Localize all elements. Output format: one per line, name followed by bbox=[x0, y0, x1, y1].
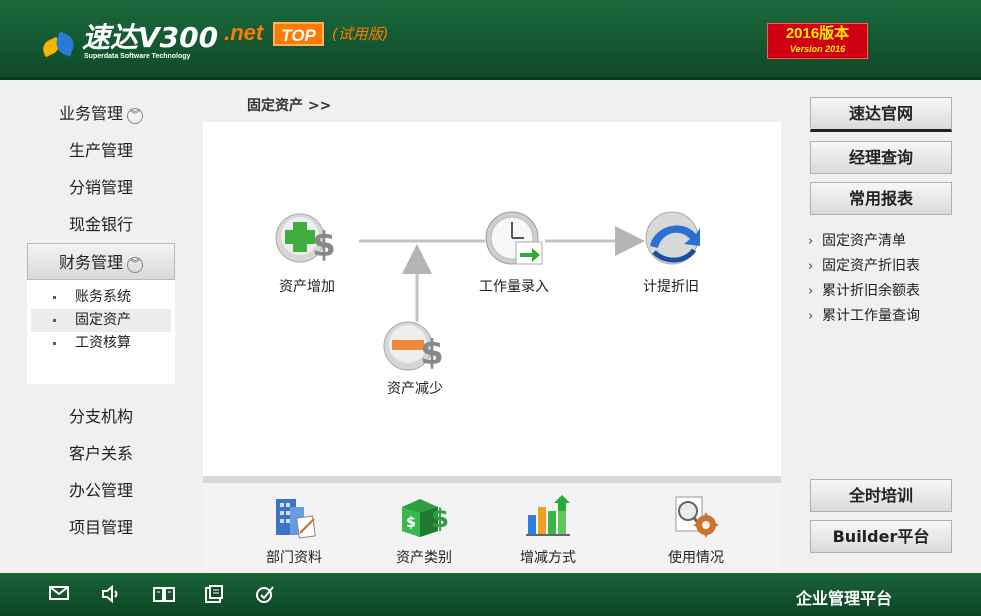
footer-title: 企业管理平台 bbox=[796, 589, 893, 608]
node-label: 资产减少 bbox=[387, 381, 443, 397]
training-button[interactable]: 全时培训 bbox=[810, 479, 952, 512]
version-subtitle: Version 2016 bbox=[789, 44, 846, 54]
nav-item-crm[interactable]: 客户关系 bbox=[27, 435, 175, 472]
tool-label: 使用情况 bbox=[668, 550, 724, 566]
nav-item-label: 分销管理 bbox=[68, 178, 133, 197]
report-label: 累计折旧余额表 bbox=[822, 283, 920, 299]
gear-search-icon bbox=[675, 496, 719, 538]
app-footer: 企业管理平台 bbox=[0, 573, 981, 616]
clock-icon bbox=[485, 211, 543, 265]
svg-text:$: $ bbox=[420, 333, 444, 373]
shortcut-toolbar: 部门资料 $ $ 资产类别 增减方式 使用情况 bbox=[203, 483, 781, 573]
common-reports-button[interactable]: 常用报表 bbox=[810, 182, 952, 215]
nav-item-label: 项目管理 bbox=[68, 518, 133, 537]
chevron-right-icon: › bbox=[808, 284, 814, 299]
nav-item-finance[interactable]: 财务管理 ︾ bbox=[27, 243, 175, 280]
chevron-down-icon[interactable]: ︾ bbox=[127, 257, 143, 273]
submenu-item-fixed-assets[interactable]: 固定资产 bbox=[31, 309, 171, 332]
nav-item-production[interactable]: 生产管理 bbox=[27, 132, 175, 169]
refresh-arrow-icon bbox=[645, 211, 700, 265]
chevron-right-icon: › bbox=[808, 309, 814, 324]
superdata-logo-icon bbox=[39, 30, 78, 60]
tool-usage-status[interactable]: 使用情况 bbox=[646, 493, 746, 567]
nav-item-projects[interactable]: 项目管理 bbox=[27, 509, 175, 546]
nav-item-branches[interactable]: 分支机构 bbox=[27, 398, 175, 435]
nav-item-office[interactable]: 办公管理 bbox=[27, 472, 175, 509]
submenu-item-accounting[interactable]: 账务系统 bbox=[31, 286, 171, 309]
report-list: › 固定资产清单 › 固定资产折旧表 › 累计折旧余额表 › 累计工作量查询 bbox=[808, 229, 920, 329]
chevron-down-icon[interactable]: ︾ bbox=[127, 108, 143, 124]
flow-connectors bbox=[359, 226, 645, 322]
tool-asset-category[interactable]: $ $ 资产类别 bbox=[374, 493, 474, 567]
app-header: 速达V300 Superdata Software Technology .ne… bbox=[0, 0, 981, 80]
trial-label: (试用版) bbox=[331, 25, 389, 43]
node-workload-entry[interactable]: 工作量录入 bbox=[469, 208, 559, 296]
tool-change-method[interactable]: 增减方式 bbox=[498, 493, 598, 567]
logo-subtitle: Superdata Software Technology bbox=[84, 53, 191, 60]
tool-department-data[interactable]: 部门资料 bbox=[244, 493, 344, 567]
bar-chart-icon bbox=[526, 495, 570, 536]
svg-text:$: $ bbox=[312, 225, 336, 265]
report-link-depreciation-table[interactable]: › 固定资产折旧表 bbox=[808, 254, 920, 279]
nav-item-label: 客户关系 bbox=[68, 444, 133, 463]
chevron-right-icon: › bbox=[808, 259, 814, 274]
clipboard-icon[interactable] bbox=[203, 585, 225, 605]
logo-top-badge: TOP bbox=[273, 22, 324, 46]
speaker-icon[interactable] bbox=[100, 584, 122, 605]
submenu-label: 账务系统 bbox=[75, 289, 131, 305]
builder-platform-button[interactable]: Builder平台 bbox=[810, 520, 952, 553]
asset-reduce-icon: $ bbox=[383, 321, 444, 373]
nav-item-label: 办公管理 bbox=[68, 481, 133, 500]
mail-icon[interactable] bbox=[48, 585, 70, 605]
submenu-label: 工资核算 bbox=[75, 335, 131, 351]
report-label: 固定资产清单 bbox=[822, 233, 906, 249]
svg-text:$: $ bbox=[406, 515, 416, 531]
tool-label: 增减方式 bbox=[520, 550, 576, 566]
nav-item-label: 生产管理 bbox=[68, 141, 133, 160]
manager-query-button[interactable]: 经理查询 bbox=[810, 141, 952, 174]
panel-divider bbox=[203, 476, 781, 483]
svg-text:$: $ bbox=[431, 504, 449, 534]
node-label: 计提折旧 bbox=[643, 279, 699, 295]
nav-item-label: 现金银行 bbox=[68, 215, 133, 234]
node-label: 资产增加 bbox=[279, 279, 335, 295]
report-label: 累计工作量查询 bbox=[822, 308, 920, 324]
report-link-fixed-asset-list[interactable]: › 固定资产清单 bbox=[808, 229, 920, 254]
node-label: 工作量录入 bbox=[479, 279, 549, 295]
submenu-item-payroll[interactable]: 工资核算 bbox=[31, 332, 171, 355]
report-link-workload-query[interactable]: › 累计工作量查询 bbox=[808, 304, 920, 329]
flow-diagram: $ 资产增加 工作量录入 计提折旧 $ 资产减少 bbox=[203, 122, 781, 476]
chevron-right-icon: › bbox=[808, 234, 814, 249]
nav-item-distribution[interactable]: 分销管理 bbox=[27, 169, 175, 206]
book-icon[interactable] bbox=[152, 585, 175, 605]
nav-item-label: 业务管理 bbox=[58, 104, 123, 123]
breadcrumb: 固定资产 >> bbox=[247, 98, 332, 114]
asset-add-icon: $ bbox=[275, 213, 336, 265]
superdata-logo: 速达V300 Superdata Software Technology .ne… bbox=[39, 20, 389, 60]
submenu-label: 固定资产 bbox=[75, 312, 131, 328]
tool-label: 资产类别 bbox=[396, 550, 452, 566]
tool-label: 部门资料 bbox=[266, 550, 322, 566]
node-asset-reduce[interactable]: $ 资产减少 bbox=[371, 318, 459, 398]
version-title: 2016版本 bbox=[785, 25, 850, 42]
nav-item-business[interactable]: 业务管理 ︾ bbox=[27, 95, 175, 132]
version-badge: 2016版本 Version 2016 bbox=[767, 23, 868, 59]
nav-item-cash-bank[interactable]: 现金银行 bbox=[27, 206, 175, 243]
report-label: 固定资产折旧表 bbox=[822, 258, 920, 274]
node-asset-add[interactable]: $ 资产增加 bbox=[263, 208, 351, 296]
nav-item-label: 分支机构 bbox=[68, 407, 133, 426]
left-nav: 业务管理 ︾ 生产管理 分销管理 现金银行 财务管理 ︾ 账务系统 固定资产 工资核… bbox=[27, 95, 175, 546]
check-circle-icon[interactable] bbox=[254, 585, 276, 605]
money-box-icon: $ $ bbox=[402, 499, 449, 537]
node-depreciation[interactable]: 计提折旧 bbox=[633, 208, 709, 296]
building-icon bbox=[276, 499, 316, 539]
nav-item-label: 财务管理 bbox=[58, 253, 123, 272]
logo-name: 速达V300 bbox=[82, 21, 219, 54]
finance-submenu: 账务系统 固定资产 工资核算 bbox=[27, 280, 175, 384]
official-site-button[interactable]: 速达官网 bbox=[810, 97, 952, 132]
report-link-accumulated-depreciation[interactable]: › 累计折旧余额表 bbox=[808, 279, 920, 304]
logo-net: .net bbox=[224, 20, 264, 45]
